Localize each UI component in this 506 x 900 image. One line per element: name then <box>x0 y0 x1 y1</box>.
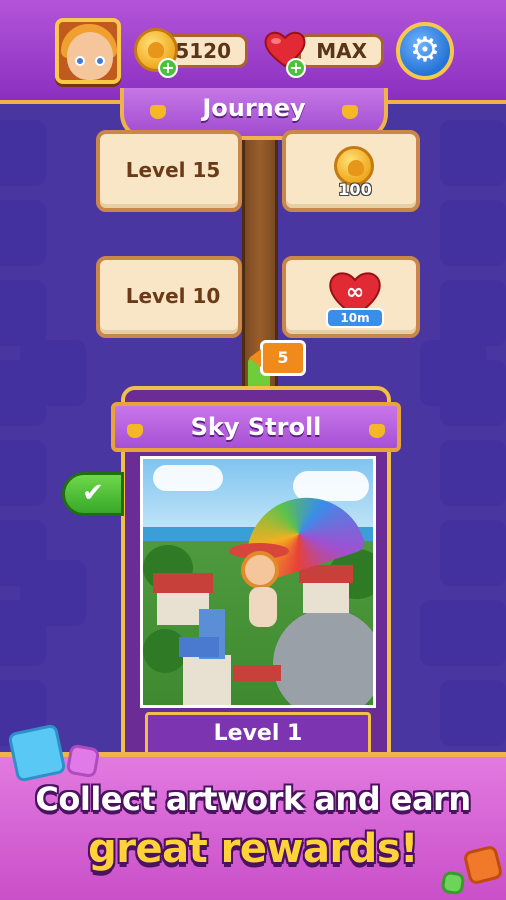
bg-tile <box>0 120 46 186</box>
settings-button[interactable]: ⚙ <box>396 22 454 80</box>
gear-icon: ⚙ <box>409 30 441 70</box>
level-label: Level 10 <box>125 284 221 308</box>
promo-headline: Collect artwork and earn <box>35 780 471 818</box>
bg-tile <box>0 440 46 506</box>
reward-amount: 100 <box>338 180 372 199</box>
lives-count: MAX <box>316 39 367 63</box>
add-lives-button[interactable]: + <box>286 58 306 78</box>
artwork-image <box>140 456 376 708</box>
lives-counter: MAX <box>298 34 384 68</box>
bg-tile <box>20 560 86 626</box>
roof <box>179 637 219 657</box>
avatar-eye <box>75 56 85 66</box>
bg-tile <box>440 680 506 746</box>
bg-tile <box>440 440 506 506</box>
bg-tile <box>0 200 46 266</box>
avatar-face <box>67 32 113 80</box>
reward-box: 100 <box>282 130 420 212</box>
bg-tile <box>20 340 86 406</box>
pink-cube <box>65 743 101 779</box>
card-title-banner: Sky Stroll <box>111 402 401 452</box>
bg-tile <box>0 280 46 346</box>
marker-value: 5 <box>277 348 289 367</box>
svg-text:∞: ∞ <box>346 280 364 305</box>
bg-tile <box>440 120 506 186</box>
progress-marker: 5 <box>249 340 306 376</box>
level-box: Level 10 <box>96 256 242 338</box>
roof <box>233 665 281 681</box>
level-label: Level 15 <box>125 158 221 182</box>
level-row[interactable]: Level 10 ∞ 10m <box>96 256 420 338</box>
bg-tile <box>420 600 486 666</box>
avatar-eye <box>95 56 105 66</box>
cloud <box>293 471 369 501</box>
girl-head <box>241 551 279 589</box>
add-coins-button[interactable]: + <box>158 58 178 78</box>
cat-ear-icon <box>342 105 358 119</box>
roof <box>153 573 213 593</box>
bg-tile <box>440 200 506 266</box>
coin-count: 5120 <box>175 39 231 63</box>
house <box>183 655 231 705</box>
cloud <box>153 465 223 491</box>
road <box>273 609 373 705</box>
bg-tile <box>420 340 486 406</box>
completed-check: ✔ <box>62 472 124 516</box>
card-level-label: Level 1 <box>145 712 371 756</box>
cat-ear-icon <box>369 424 385 438</box>
promo-subheadline: great rewards! <box>88 826 418 872</box>
girl-body <box>249 587 277 627</box>
reward-box: ∞ 10m <box>282 256 420 338</box>
checkmark-icon: ✔ <box>82 478 104 508</box>
blue-cube <box>7 723 67 783</box>
bg-tile <box>440 520 506 586</box>
level-box: Level 15 <box>96 130 242 212</box>
house <box>303 579 349 613</box>
player-avatar[interactable] <box>55 18 121 84</box>
reward-duration: 10m <box>326 308 384 328</box>
bg-tile <box>440 280 506 346</box>
level-row[interactable]: Level 15 100 <box>96 130 420 212</box>
card-title: Sky Stroll <box>190 413 322 441</box>
